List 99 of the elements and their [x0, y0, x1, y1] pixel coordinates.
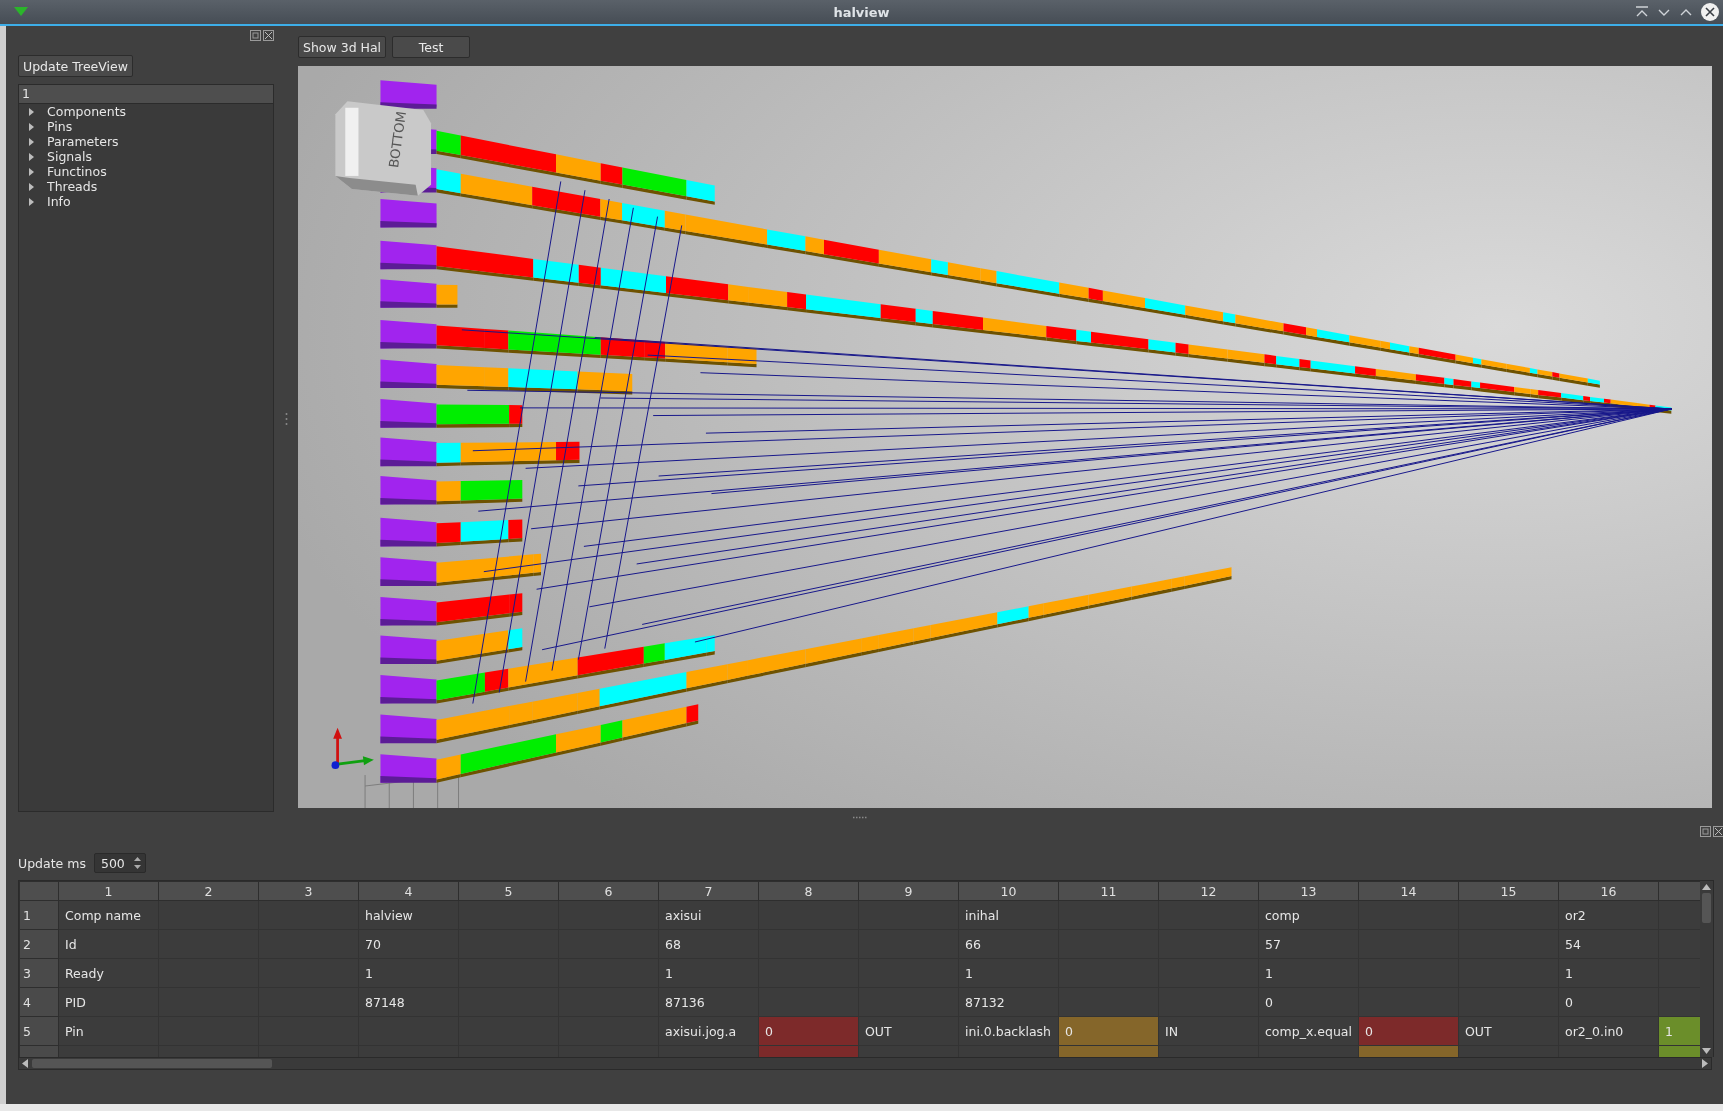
update-treeview-button[interactable]: Update TreeView: [18, 55, 133, 77]
close-button[interactable]: [1701, 3, 1719, 21]
triangle-icon: [14, 7, 28, 17]
table-cell: 57: [1258, 929, 1359, 959]
float-button[interactable]: [250, 30, 261, 41]
table-cell: halview: [358, 900, 459, 930]
expand-arrow-icon[interactable]: [28, 122, 35, 131]
column-header[interactable]: 14: [1358, 881, 1459, 901]
table-cell: Id: [58, 929, 159, 959]
column-header[interactable]: 13: [1258, 881, 1359, 901]
expand-arrow-icon[interactable]: [28, 167, 35, 176]
column-header[interactable]: 9: [858, 881, 959, 901]
view-cube-label: BOTTOM: [386, 110, 409, 169]
table-cell: Comp name: [58, 900, 159, 930]
table-cell: 87148: [358, 987, 459, 1017]
table-cell: 1: [1258, 958, 1359, 988]
column-header[interactable]: 16: [1558, 881, 1659, 901]
column-header[interactable]: 6: [558, 881, 659, 901]
row-header[interactable]: 5: [19, 1016, 59, 1046]
scroll-left-arrow-icon[interactable]: [22, 1059, 28, 1068]
column-header[interactable]: 8: [758, 881, 859, 901]
scrollbar-thumb[interactable]: [1702, 893, 1711, 923]
window-title: halview: [833, 4, 890, 20]
table-cell: 1: [958, 958, 1059, 988]
update-ms-spinbox[interactable]: 500: [93, 853, 146, 873]
tree-item[interactable]: Parameters: [47, 134, 119, 149]
row-header[interactable]: 3: [19, 958, 59, 988]
table-cell: 0: [1558, 987, 1659, 1017]
table-cell: or2_0.in0: [1558, 1016, 1659, 1046]
scene-view[interactable]: BOTTOM: [298, 66, 1712, 808]
table-cell: ini.0.backlash: [958, 1016, 1059, 1046]
table-cell: 70: [358, 929, 459, 959]
tree-item[interactable]: Functinos: [47, 164, 107, 179]
table-cell: 87132: [958, 987, 1059, 1017]
splitter-handle-icon[interactable]: [852, 815, 868, 819]
column-header[interactable]: 1: [58, 881, 159, 901]
table-cell: 1: [1558, 958, 1659, 988]
table-cell: PID: [58, 987, 159, 1017]
column-header[interactable]: 12: [1158, 881, 1259, 901]
expand-arrow-icon[interactable]: [28, 182, 35, 191]
float-button[interactable]: [1700, 826, 1711, 837]
scrollbar-thumb[interactable]: [32, 1059, 272, 1068]
tree-item[interactable]: Signals: [47, 149, 92, 164]
table-cell: 0: [1258, 987, 1359, 1017]
pin-value-cell: 0: [1058, 1016, 1159, 1046]
minimize-button[interactable]: [1657, 7, 1671, 17]
expand-arrow-icon[interactable]: [28, 107, 35, 116]
close-button[interactable]: [263, 30, 274, 41]
toolbar-button[interactable]: Show 3d Hal: [298, 36, 387, 58]
table-cell: Ready: [58, 958, 159, 988]
column-header[interactable]: 3: [258, 881, 359, 901]
table-cell: 87136: [658, 987, 759, 1017]
column-header[interactable]: 15: [1458, 881, 1559, 901]
expand-arrow-icon[interactable]: [28, 152, 35, 161]
table-cell: axisui.jog.a: [658, 1016, 759, 1046]
table-cell: 66: [958, 929, 1059, 959]
table-cell: inihal: [958, 900, 1059, 930]
table-cell: 68: [658, 929, 759, 959]
horizontal-scrollbar[interactable]: [18, 1057, 1712, 1070]
spin-arrows-icon[interactable]: [132, 856, 142, 870]
table-cell: comp: [1258, 900, 1359, 930]
table-cell: axisui: [658, 900, 759, 930]
expand-arrow-icon[interactable]: [28, 137, 35, 146]
splitter-handle-icon[interactable]: [284, 412, 288, 426]
table-cell: 1: [658, 958, 759, 988]
maximize-button[interactable]: [1679, 7, 1693, 17]
table-cell: Pin: [58, 1016, 159, 1046]
row-header[interactable]: 1: [19, 900, 59, 930]
toolbar-button[interactable]: Test: [392, 36, 471, 58]
table-cell: IN: [1158, 1016, 1259, 1046]
scroll-up-arrow-icon[interactable]: [1702, 884, 1711, 890]
table-cell: or2: [1558, 900, 1659, 930]
tree-item[interactable]: Info: [47, 194, 71, 209]
column-header[interactable]: 2: [158, 881, 259, 901]
tree-header: 1: [19, 85, 273, 104]
expand-arrow-icon[interactable]: [28, 197, 35, 206]
tree-item[interactable]: Pins: [47, 119, 73, 134]
update-ms-label: Update ms: [18, 855, 86, 871]
column-header[interactable]: 10: [958, 881, 1059, 901]
close-button[interactable]: [1713, 826, 1723, 837]
table-cell: 54: [1558, 929, 1659, 959]
vertical-scrollbar[interactable]: [1700, 881, 1713, 1057]
keep-above-button[interactable]: [1635, 6, 1649, 18]
column-header[interactable]: 7: [658, 881, 759, 901]
column-header[interactable]: 5: [458, 881, 559, 901]
tree-item[interactable]: Components: [47, 104, 127, 119]
scroll-right-arrow-icon[interactable]: [1702, 1059, 1708, 1068]
pin-value-cell: 0: [1358, 1016, 1459, 1046]
row-header[interactable]: 2: [19, 929, 59, 959]
scroll-down-arrow-icon[interactable]: [1702, 1048, 1711, 1054]
table-cell: comp_x.equal: [1258, 1016, 1359, 1046]
table-cell: OUT: [1458, 1016, 1559, 1046]
column-header[interactable]: 11: [1058, 881, 1159, 901]
table-cell: OUT: [858, 1016, 959, 1046]
tree-item[interactable]: Threads: [47, 179, 98, 194]
table-cell: 1: [358, 958, 459, 988]
column-header[interactable]: 4: [358, 881, 459, 901]
pin-value-cell: 0: [758, 1016, 859, 1046]
row-header[interactable]: 4: [19, 987, 59, 1017]
